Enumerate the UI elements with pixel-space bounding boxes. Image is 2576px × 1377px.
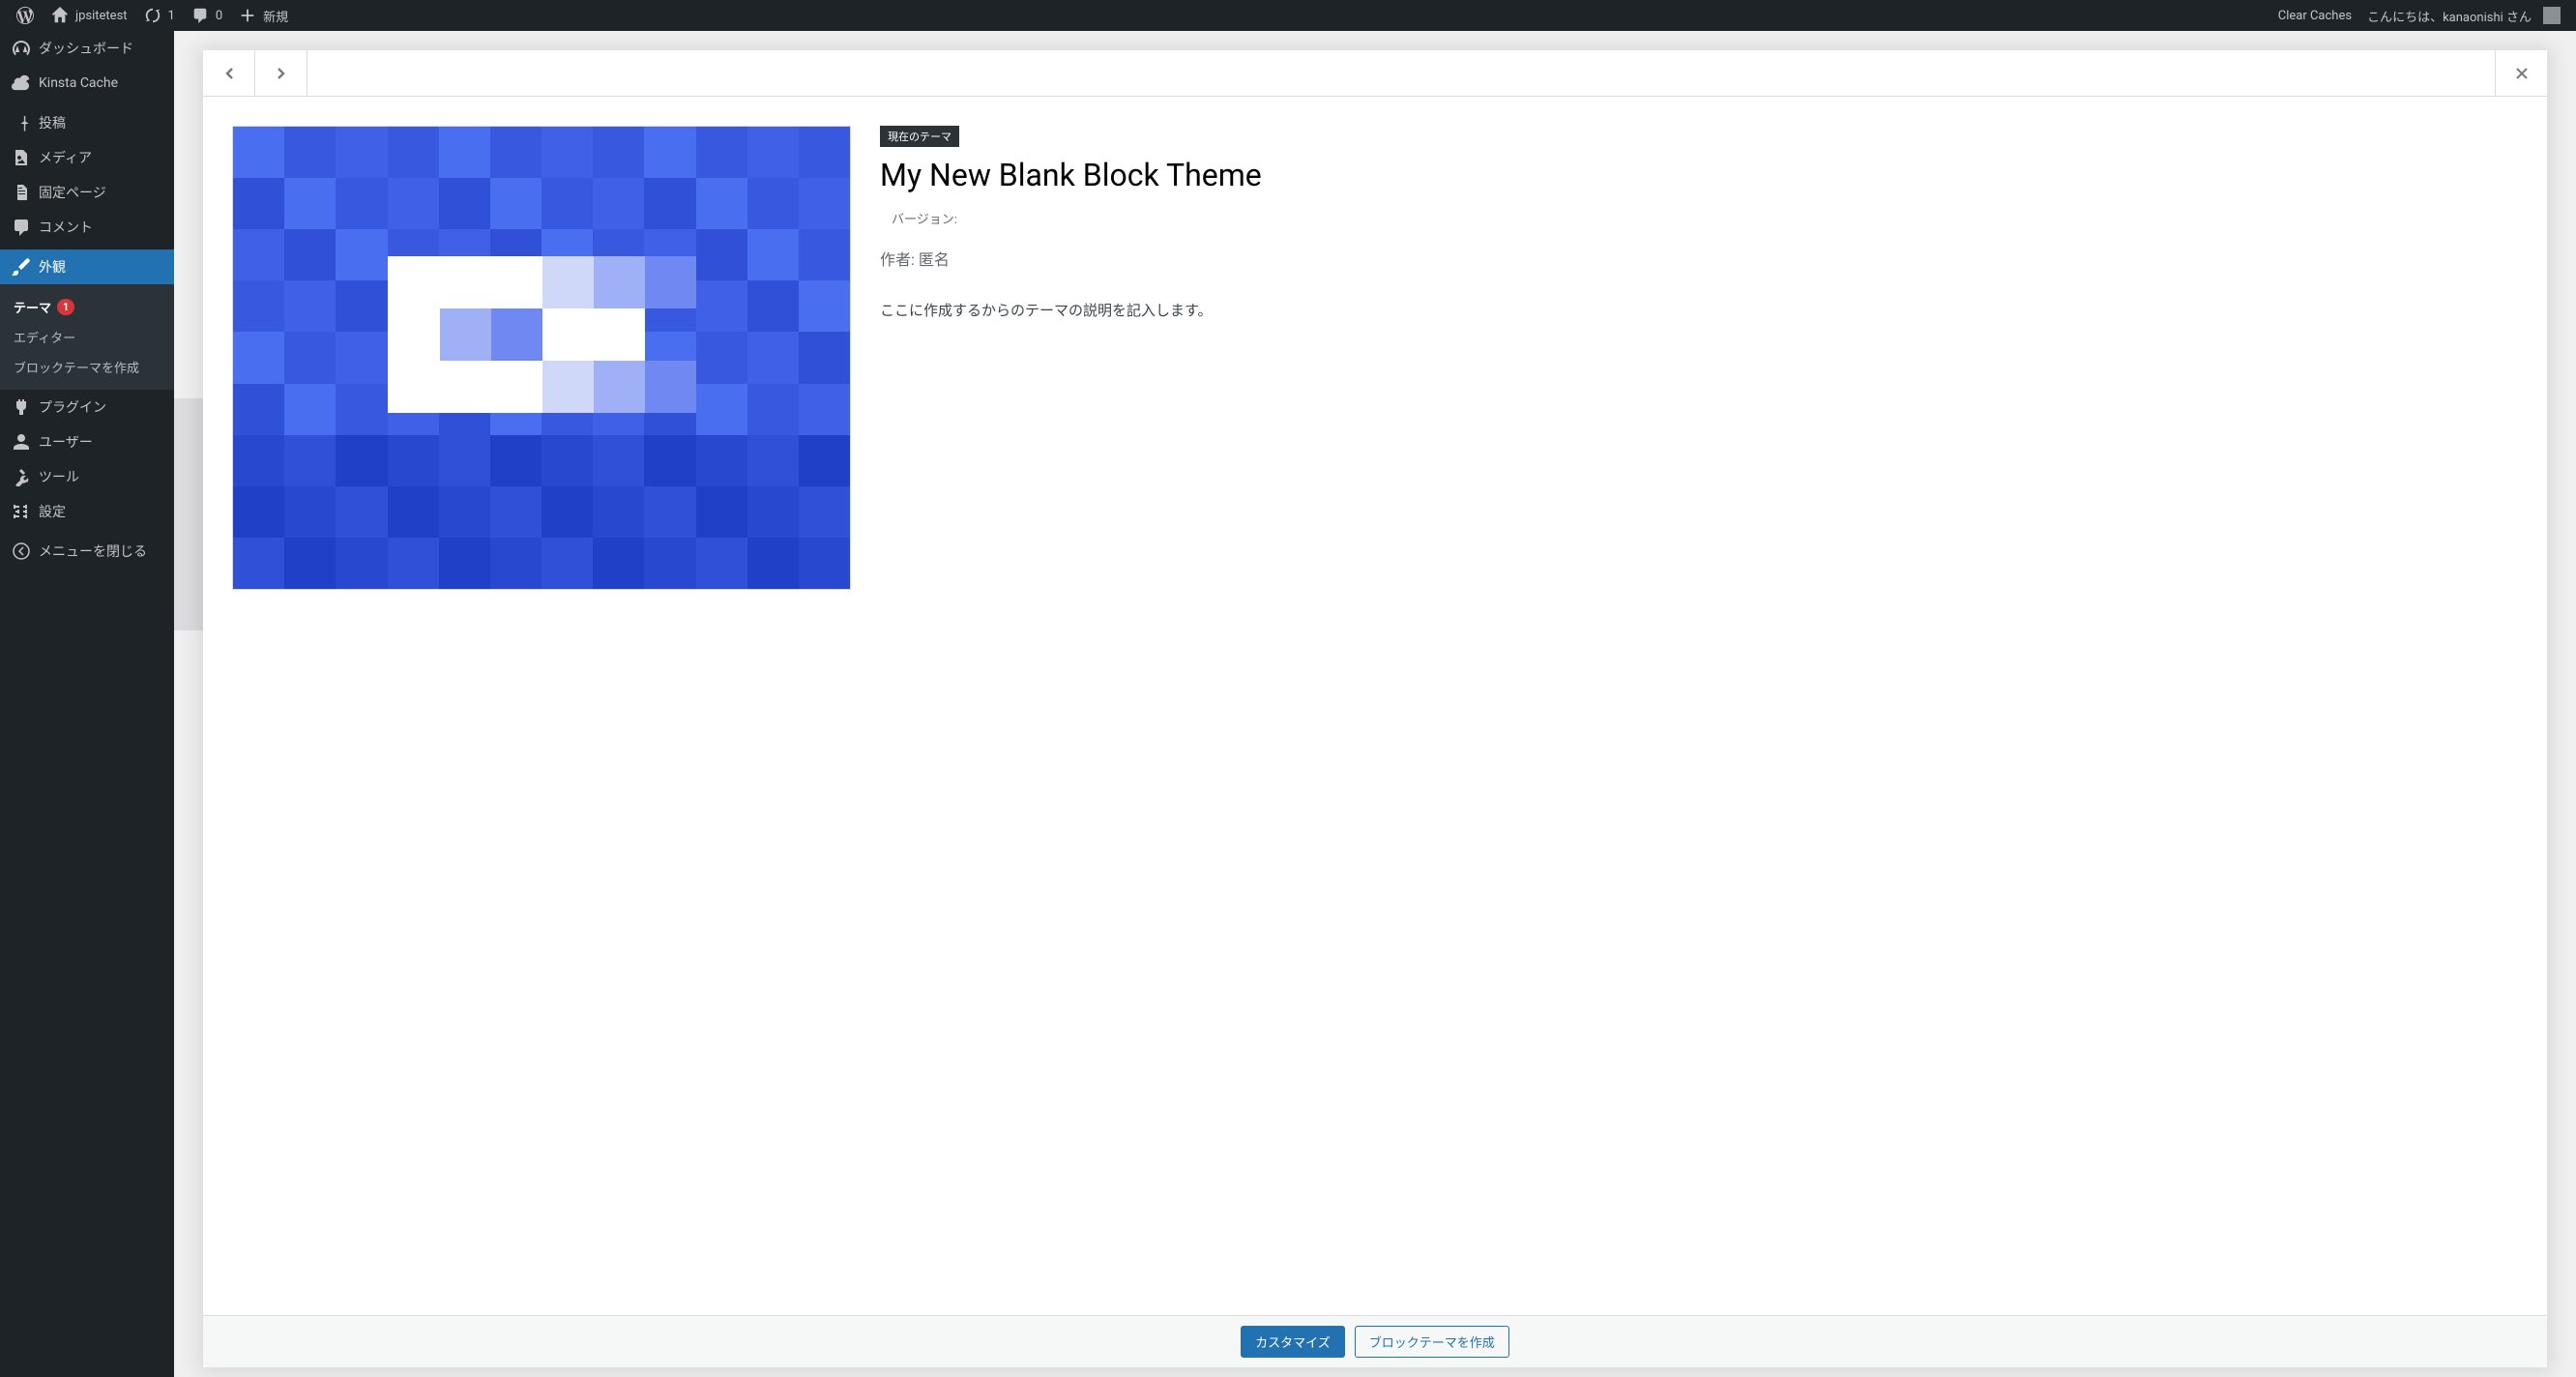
clear-caches-link[interactable]: Clear Caches	[2270, 0, 2359, 31]
collapse-icon	[12, 542, 31, 561]
chevron-right-icon	[272, 64, 291, 83]
menu-label: 投稿	[39, 113, 66, 132]
cloud-icon	[12, 73, 31, 93]
submenu-label: テーマ	[14, 298, 51, 316]
my-account-link[interactable]: こんにちは、kanaonishi さん	[2359, 0, 2568, 31]
submenu-editor[interactable]: エディター	[0, 322, 174, 352]
site-name-link[interactable]: jpsitetest	[43, 0, 135, 31]
menu-media[interactable]: メディア	[0, 140, 174, 175]
wrench-icon	[12, 467, 31, 486]
modal-body: 現在のテーマ My New Blank Block Theme バージョン: 作…	[203, 97, 2547, 1367]
themes-count-badge: 1	[57, 299, 74, 315]
menu-users[interactable]: ユーザー	[0, 425, 174, 459]
menu-label: ユーザー	[39, 432, 93, 452]
content-area: 現在のテーマ My New Blank Block Theme バージョン: 作…	[174, 31, 2576, 1377]
menu-label: 固定ページ	[39, 183, 106, 202]
customize-button[interactable]: カスタマイズ	[1241, 1326, 1345, 1358]
menu-label: 設定	[39, 502, 66, 521]
modal-header	[203, 50, 2547, 97]
new-label: 新規	[263, 7, 288, 25]
updates-link[interactable]: 1	[135, 0, 183, 31]
bg-strip	[174, 398, 203, 630]
menu-dashboard[interactable]: ダッシュボード	[0, 31, 174, 66]
menu-label: 外観	[39, 257, 66, 277]
brush-icon	[12, 257, 31, 277]
admin-bar-left: jpsitetest 1 0 新規	[8, 0, 296, 31]
admin-sidebar: ダッシュボード Kinsta Cache 投稿 メディア 固定ページ コメント …	[0, 31, 174, 1377]
theme-info: 現在のテーマ My New Blank Block Theme バージョン: 作…	[880, 126, 2518, 1300]
theme-description: ここに作成するからのテーマの説明を記入します。	[880, 299, 2518, 322]
chevron-left-icon	[220, 64, 239, 83]
menu-label: Kinsta Cache	[39, 75, 118, 91]
submenu-create-block-theme[interactable]: ブロックテーマを作成	[0, 352, 174, 382]
menu-label: メニューを閉じる	[39, 542, 147, 561]
theme-version: バージョン:	[892, 209, 2518, 227]
new-content-link[interactable]: 新規	[230, 0, 296, 31]
media-icon	[12, 148, 31, 167]
submenu-label: ブロックテーマを作成	[14, 358, 139, 376]
menu-label: ツール	[39, 467, 79, 486]
admin-bar-right: Clear Caches こんにちは、kanaonishi さん	[2270, 0, 2568, 31]
comments-icon	[12, 218, 31, 237]
updates-count: 1	[168, 9, 175, 23]
plus-icon	[238, 6, 257, 25]
menu-label: プラグイン	[39, 397, 106, 417]
theme-screenshot	[232, 126, 851, 590]
wordpress-icon	[15, 6, 35, 25]
settings-icon	[12, 502, 31, 521]
avatar-icon	[2543, 7, 2561, 24]
clear-caches-label: Clear Caches	[2278, 9, 2352, 23]
close-modal-button[interactable]	[2495, 50, 2547, 96]
theme-details-modal: 現在のテーマ My New Blank Block Theme バージョン: 作…	[203, 50, 2547, 1367]
close-icon	[2512, 64, 2532, 83]
menu-posts[interactable]: 投稿	[0, 105, 174, 140]
menu-label: メディア	[39, 148, 92, 167]
submenu-themes[interactable]: テーマ 1	[0, 292, 174, 322]
prev-theme-button[interactable]	[203, 50, 255, 96]
theme-title: My New Blank Block Theme	[880, 157, 2518, 193]
appearance-submenu: テーマ 1 エディター ブロックテーマを作成	[0, 284, 174, 390]
user-icon	[12, 432, 31, 452]
menu-pages[interactable]: 固定ページ	[0, 175, 174, 210]
next-theme-button[interactable]	[255, 50, 307, 96]
admin-bar: jpsitetest 1 0 新規 Clear Caches こんにちは、kan…	[0, 0, 2576, 31]
comments-link[interactable]: 0	[183, 0, 230, 31]
menu-tools[interactable]: ツール	[0, 459, 174, 494]
home-icon	[50, 6, 70, 25]
submenu-label: エディター	[14, 328, 75, 346]
theme-screenshot-wrap	[232, 126, 851, 1300]
wp-logo[interactable]	[8, 0, 43, 31]
comments-count: 0	[216, 9, 222, 23]
modal-actions: カスタマイズ ブロックテーマを作成	[203, 1315, 2547, 1367]
menu-settings[interactable]: 設定	[0, 494, 174, 529]
menu-appearance[interactable]: 外観	[0, 249, 174, 284]
menu-label: ダッシュボード	[39, 39, 133, 58]
current-theme-badge: 現在のテーマ	[880, 126, 959, 147]
greeting-label: こんにちは、kanaonishi さん	[2367, 7, 2532, 25]
menu-kinsta-cache[interactable]: Kinsta Cache	[0, 66, 174, 101]
create-block-theme-button[interactable]: ブロックテーマを作成	[1355, 1326, 1509, 1358]
page-icon	[12, 183, 31, 202]
update-icon	[143, 6, 162, 25]
menu-comments[interactable]: コメント	[0, 210, 174, 245]
theme-author: 作者: 匿名	[880, 247, 2518, 270]
site-name: jpsitetest	[75, 9, 128, 23]
menu-label: コメント	[39, 218, 93, 237]
plugin-icon	[12, 397, 31, 417]
dashboard-icon	[12, 39, 31, 58]
menu-plugins[interactable]: プラグイン	[0, 390, 174, 425]
menu-collapse[interactable]: メニューを閉じる	[0, 534, 174, 569]
comment-icon	[190, 6, 210, 25]
pin-icon	[12, 113, 31, 132]
